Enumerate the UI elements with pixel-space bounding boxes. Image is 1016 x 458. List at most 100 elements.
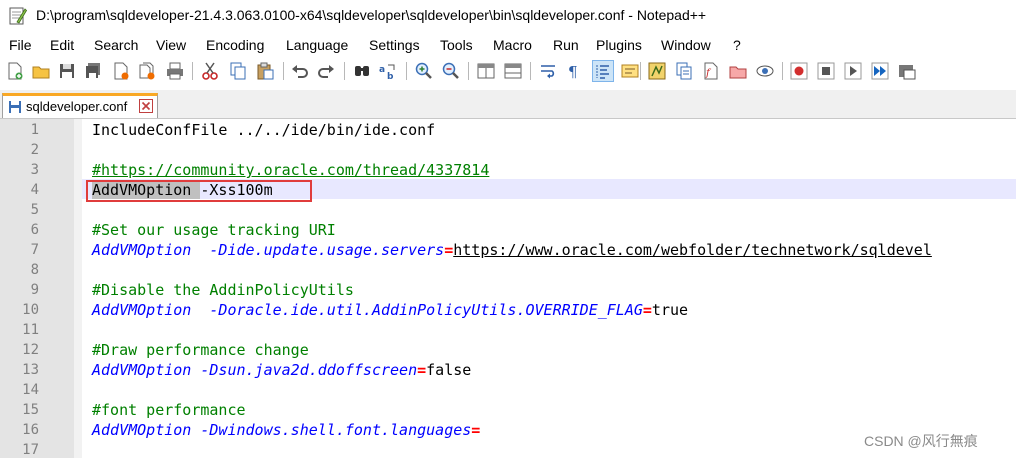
line-number: 8: [30, 262, 39, 278]
toolbar-separator: [468, 62, 469, 80]
line-number: 17: [22, 442, 39, 458]
cut-icon[interactable]: [200, 61, 220, 81]
line-number: 15: [22, 402, 39, 418]
toolbar-separator: [640, 62, 641, 80]
line-number: 7: [30, 242, 39, 258]
menu-search[interactable]: Search: [94, 37, 138, 53]
menu-edit[interactable]: Edit: [50, 37, 74, 53]
code-line-13[interactable]: AddVMOption -Dsun.java2d.ddoffscreen=fal…: [92, 360, 471, 380]
new-file-icon[interactable]: [5, 61, 25, 81]
doc-map-icon[interactable]: [647, 61, 667, 81]
line-number: 9: [30, 282, 39, 298]
line-number: 2: [30, 142, 39, 158]
copy-icon[interactable]: [228, 61, 248, 81]
stop-recording-icon[interactable]: [816, 61, 836, 81]
menu-tools[interactable]: Tools: [440, 37, 473, 53]
find-icon[interactable]: [352, 61, 372, 81]
save-macro-icon[interactable]: [897, 61, 917, 81]
sync-vertical-icon[interactable]: [476, 61, 496, 81]
document-list-icon[interactable]: [674, 61, 694, 81]
comment-text: #Disable the AddinPolicyUtils: [92, 281, 354, 299]
menu-help[interactable]: ?: [733, 37, 741, 53]
tab-bar: sqldeveloper.conf: [0, 90, 1016, 119]
toolbar-separator: [530, 62, 531, 80]
save-icon[interactable]: [57, 61, 77, 81]
function-list-icon[interactable]: f: [701, 61, 721, 81]
code-line-1[interactable]: IncludeConfFile ../../ide/bin/ide.conf: [92, 120, 435, 140]
tab-sqldeveloper-conf[interactable]: sqldeveloper.conf: [2, 93, 158, 118]
menu-plugins[interactable]: Plugins: [596, 37, 642, 53]
comment-text: #Draw performance change: [92, 341, 309, 359]
code-line-16[interactable]: AddVMOption -Dwindows.shell.font.languag…: [92, 420, 480, 440]
toolbar: ab ¶ f: [0, 58, 1016, 86]
equals-operator: =: [444, 241, 454, 259]
line-number: 10: [22, 302, 39, 318]
folder-as-workspace-icon[interactable]: [728, 61, 748, 81]
zoom-out-icon[interactable]: [441, 61, 461, 81]
notepad-plus-plus-icon: [9, 7, 27, 25]
svg-text:b: b: [387, 72, 394, 81]
property-key: AddVMOption -Dsun.java2d.ddoffscreen: [92, 361, 418, 379]
line-number-gutter: 1 2 3 4 5 6 7 8 9 10 11 12 13 14 15 16 1…: [0, 119, 74, 458]
toolbar-separator: [192, 62, 193, 80]
zoom-in-icon[interactable]: [414, 61, 434, 81]
sync-horizontal-icon[interactable]: [503, 61, 523, 81]
indent-guide-icon[interactable]: [592, 60, 614, 82]
monitoring-icon[interactable]: [755, 61, 775, 81]
line-number: 11: [22, 322, 39, 338]
code-text: IncludeConfFile ../../ide/bin/ide.conf: [92, 121, 436, 139]
playback-macro-icon[interactable]: [843, 61, 863, 81]
paste-icon[interactable]: [255, 61, 275, 81]
code-line-10[interactable]: AddVMOption -Doracle.ide.util.AddinPolic…: [92, 300, 688, 320]
menu-macro[interactable]: Macro: [493, 37, 532, 53]
comment-url[interactable]: #https://community.oracle.com/thread/433…: [92, 161, 489, 179]
record-macro-icon[interactable]: [789, 61, 809, 81]
toolbar-separator: [283, 62, 284, 80]
property-key: AddVMOption -Doracle.ide.util.AddinPolic…: [92, 301, 643, 319]
url-value[interactable]: https://www.oracle.com/webfolder/technet…: [453, 241, 932, 259]
menu-settings[interactable]: Settings: [369, 37, 420, 53]
close-all-icon[interactable]: [137, 61, 157, 81]
code-line-9[interactable]: #Disable the AddinPolicyUtils: [92, 280, 354, 300]
title-bar: D:\program\sqldeveloper-21.4.3.063.0100-…: [0, 0, 1016, 32]
saved-file-icon: [9, 101, 21, 113]
run-macro-multiple-icon[interactable]: [870, 61, 890, 81]
undo-icon[interactable]: [290, 61, 310, 81]
toolbar-separator: [344, 62, 345, 80]
line-number: 5: [30, 202, 39, 218]
save-all-icon[interactable]: [83, 61, 103, 81]
equals-operator: =: [417, 361, 427, 379]
tab-label: sqldeveloper.conf: [26, 99, 128, 114]
code-line-6[interactable]: #Set our usage tracking URI: [92, 220, 336, 240]
line-number: 6: [30, 222, 39, 238]
code-line-7[interactable]: AddVMOption -Dide.update.usage.servers=h…: [92, 240, 932, 260]
print-icon[interactable]: [165, 61, 185, 81]
redo-icon[interactable]: [316, 61, 336, 81]
close-tab-icon[interactable]: [139, 99, 153, 113]
menu-run[interactable]: Run: [553, 37, 579, 53]
property-value: false: [426, 361, 472, 379]
code-line-12[interactable]: #Draw performance change: [92, 340, 309, 360]
menu-window[interactable]: Window: [661, 37, 711, 53]
code-line-3[interactable]: #https://community.oracle.com/thread/433…: [92, 160, 489, 180]
editor[interactable]: 1 2 3 4 5 6 7 8 9 10 11 12 13 14 15 16 1…: [0, 119, 1016, 458]
code-line-15[interactable]: #font performance: [92, 400, 246, 420]
show-all-characters-icon[interactable]: ¶: [564, 61, 584, 81]
user-language-icon[interactable]: [620, 61, 640, 81]
line-number: 4: [30, 182, 39, 198]
menu-view[interactable]: View: [156, 37, 186, 53]
menu-encoding[interactable]: Encoding: [206, 37, 264, 53]
line-number: 14: [22, 382, 39, 398]
word-wrap-icon[interactable]: [538, 61, 558, 81]
equals-operator: =: [642, 301, 652, 319]
line-number: 16: [22, 422, 39, 438]
annotation-highlight-box: [86, 180, 312, 202]
fold-margin: [74, 119, 82, 458]
replace-icon[interactable]: ab: [378, 61, 398, 81]
menu-bar: File Edit Search View Encoding Language …: [0, 33, 1016, 58]
menu-file[interactable]: File: [9, 37, 32, 53]
open-file-icon[interactable]: [31, 61, 51, 81]
close-file-icon[interactable]: [111, 61, 131, 81]
property-key: AddVMOption -Dide.update.usage.servers: [92, 241, 445, 259]
menu-language[interactable]: Language: [286, 37, 348, 53]
